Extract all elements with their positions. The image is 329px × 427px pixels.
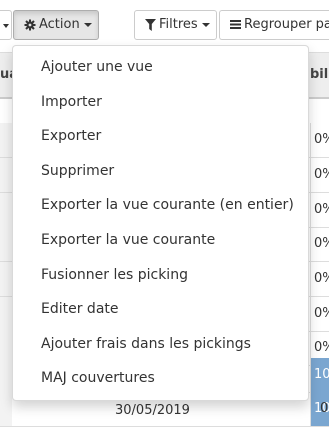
menu-item-add-view[interactable]: Ajouter une vue — [13, 50, 308, 85]
filter-icon — [145, 18, 156, 31]
row-selector-cell — [0, 123, 12, 157]
group-by-button-label: Regrouper par — [244, 17, 329, 32]
control-panel-toolbar: Action Filtres Regrouper par — [0, 0, 329, 50]
menu-item-export[interactable]: Exporter — [13, 119, 308, 154]
gear-icon — [24, 19, 36, 30]
group-by-dropdown-button[interactable]: Regrouper par — [219, 10, 329, 40]
row-selector-cell — [0, 193, 12, 227]
menu-item-import[interactable]: Importer — [13, 85, 308, 120]
row-date: 30/05/2019 — [115, 403, 190, 418]
table-cell: 0% — [310, 193, 329, 227]
table-cell: 0% — [310, 227, 329, 261]
table-cell: 0% — [320, 401, 329, 416]
table-cell: 0% — [310, 297, 329, 331]
menu-item-edit-date[interactable]: Editer date — [13, 292, 308, 327]
row-selector-cell — [0, 158, 12, 192]
menu-item-export-current-view-full[interactable]: Exporter la vue courante (en entier) — [13, 188, 308, 223]
menu-item-export-current-view[interactable]: Exporter la vue courante — [13, 223, 308, 258]
action-button-label: Action — [39, 17, 80, 32]
table-cell: 0% — [310, 123, 329, 157]
row-selector-cell — [0, 227, 12, 261]
filters-button-label: Filtres — [159, 17, 198, 32]
row-selector-cell — [0, 358, 12, 392]
table-cell: 100 — [310, 358, 329, 392]
row-selector-cell — [0, 392, 12, 426]
row-selector-cell — [0, 262, 12, 296]
action-dropdown-button[interactable]: Action — [13, 10, 99, 40]
column-header-right[interactable]: bili — [310, 67, 329, 82]
caret-down-icon — [201, 22, 210, 27]
menu-item-add-fees-pickings[interactable]: Ajouter frais dans les pickings — [13, 327, 308, 362]
previous-dropdown-button[interactable] — [0, 10, 12, 40]
caret-down-icon — [83, 22, 92, 27]
row-selector-cell — [0, 297, 12, 331]
menu-item-delete[interactable]: Supprimer — [13, 154, 308, 189]
list-icon — [230, 20, 241, 29]
caret-down-icon — [3, 24, 9, 28]
filters-dropdown-button[interactable]: Filtres — [134, 10, 217, 40]
action-dropdown-menu: Ajouter une vue Importer Exporter Suppri… — [12, 45, 309, 401]
menu-item-update-coverages[interactable]: MAJ couvertures — [13, 361, 308, 396]
table-cell: 0% — [310, 158, 329, 192]
table-cell: 0% — [310, 262, 329, 296]
menu-item-merge-pickings[interactable]: Fusionner les picking — [13, 258, 308, 293]
